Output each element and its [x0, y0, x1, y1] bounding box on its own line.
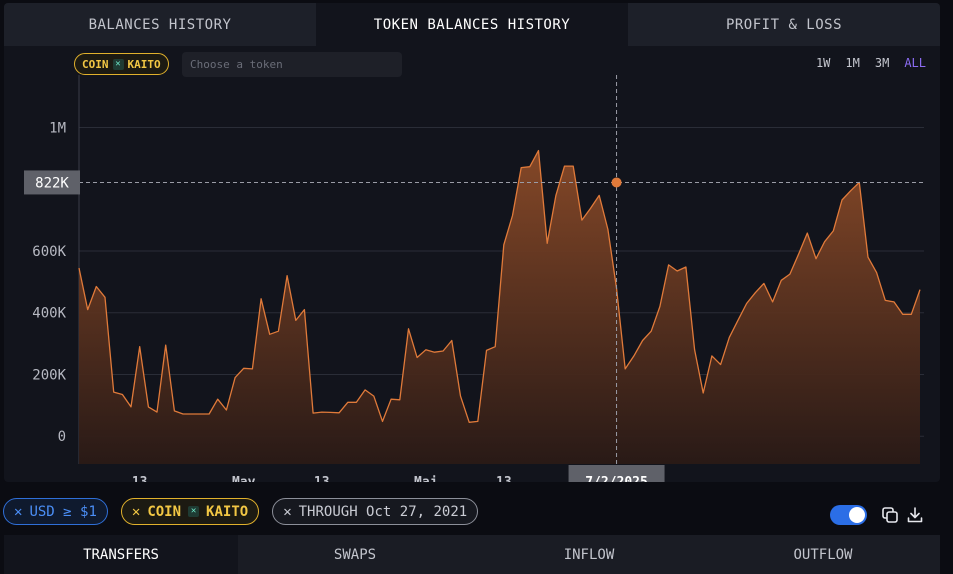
tab-swaps[interactable]: SWAPS	[238, 535, 472, 574]
x-tick-label: 13	[496, 475, 512, 482]
x-tick-label: 13	[314, 475, 330, 482]
remove-filter-icon[interactable]: ✕	[14, 504, 22, 520]
tab-transfers[interactable]: TRANSFERS	[4, 535, 238, 574]
filter-through-label: THROUGH Oct 27, 2021	[298, 503, 468, 520]
active-filters: ✕ USD ≥ $1 ✕ COIN ✕ KAITO ✕ THROUGH Oct …	[3, 498, 479, 525]
filter-chip-usd[interactable]: ✕ USD ≥ $1	[3, 498, 108, 525]
kaito-token-icon: ✕	[188, 506, 200, 517]
y-tick-label: 1M	[49, 120, 66, 136]
balance-area	[79, 150, 920, 464]
tab-outflow[interactable]: OUTFLOW	[706, 535, 940, 574]
remove-filter-icon[interactable]: ✕	[283, 504, 291, 520]
crosshair-value-label: 822K	[35, 175, 69, 191]
filter-usd-label: USD ≥ $1	[29, 503, 97, 520]
token-balance-chart[interactable]: 1M 600K 400K 200K 0 13 May 13 Maj 13 822K 7/2/2025	[4, 3, 940, 482]
filter-coin-label: COIN	[147, 503, 182, 520]
toggle-switch[interactable]	[830, 505, 867, 525]
y-tick-label: 0	[58, 429, 66, 445]
remove-filter-icon[interactable]: ✕	[132, 504, 140, 520]
filter-coin-token: KAITO	[206, 503, 249, 520]
bottom-tab-bar: TRANSFERS SWAPS INFLOW OUTFLOW	[4, 535, 940, 574]
filter-chip-through[interactable]: ✕ THROUGH Oct 27, 2021	[272, 498, 479, 525]
download-icon[interactable]	[905, 505, 925, 525]
crosshair-point	[611, 177, 622, 188]
filter-chip-coin[interactable]: ✕ COIN ✕ KAITO	[120, 498, 260, 525]
x-tick-label: Maj	[414, 475, 437, 482]
x-tick-label: May	[232, 475, 256, 482]
y-tick-label: 600K	[32, 244, 66, 260]
chart-panel: BALANCES HISTORY TOKEN BALANCES HISTORY …	[4, 3, 940, 482]
tab-inflow[interactable]: INFLOW	[472, 535, 706, 574]
copy-icon[interactable]	[880, 505, 900, 525]
crosshair-date-label: 7/2/2025	[585, 475, 648, 482]
y-tick-label: 200K	[32, 367, 66, 383]
x-tick-label: 13	[132, 475, 148, 482]
y-tick-label: 400K	[32, 306, 66, 322]
